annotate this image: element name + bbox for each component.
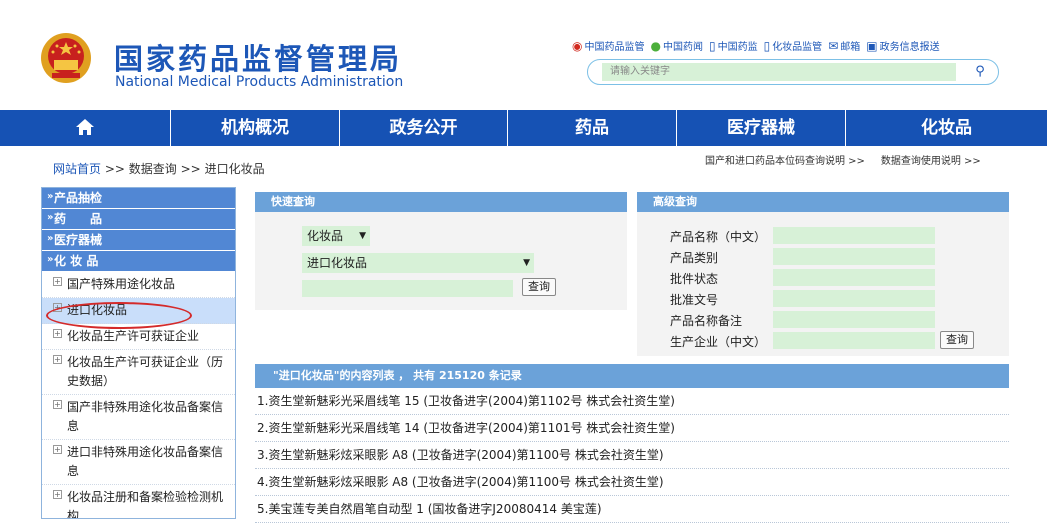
- nav-home[interactable]: [0, 110, 171, 146]
- top-links: ◉ 中国药品监管 ● 中国药闻 ▯ 中国药监 ▯ 化妆品监管 ✉ 邮箱 ▣ 政务信息报送: [572, 38, 940, 54]
- subcategory-select[interactable]: 进口化妆品 ▼: [302, 253, 534, 273]
- dropdown-arrow-icon: ▼: [359, 231, 366, 241]
- keyword-input[interactable]: [302, 280, 513, 297]
- search-input[interactable]: 请输入关键字: [602, 63, 956, 81]
- expand-icon: +: [53, 445, 62, 454]
- breadcrumb: 网站首页 >> 数据查询 >> 进口化妆品: [53, 162, 265, 176]
- site-header: 国家药品监督管理局 National Medical Products Admi…: [0, 0, 1047, 110]
- sidebar-category-cosmetics[interactable]: » 化 妆 品: [42, 251, 235, 272]
- phone-icon: ▯: [708, 38, 716, 53]
- highlight-circle: [46, 302, 192, 329]
- field-label-approval-number: 批准文号: [670, 293, 719, 307]
- product-note-input[interactable]: [773, 311, 935, 328]
- expand-icon: +: [53, 277, 62, 286]
- breadcrumb-data-query[interactable]: 数据查询: [129, 162, 177, 176]
- field-label-manufacturer: 生产企业（中文）: [670, 335, 767, 349]
- nav-item-drugs[interactable]: 药品: [508, 110, 677, 146]
- results-header: "进口化妆品"的内容列表 ， 共有 215120 条记录: [255, 364, 1009, 388]
- top-link-wechat[interactable]: ● 中国药闻: [650, 38, 702, 54]
- link-data-query-help[interactable]: 数据查询使用说明 >>: [881, 156, 981, 167]
- field-label-approval-status: 批件状态: [670, 272, 719, 286]
- top-link-report[interactable]: ▣ 政务信息报送: [866, 38, 939, 54]
- sidebar-item-domestic-special[interactable]: + 国产特殊用途化妆品: [42, 272, 235, 298]
- home-icon: [76, 119, 94, 135]
- quick-query-button[interactable]: 查询: [522, 278, 556, 296]
- sidebar-category-drugs[interactable]: » 药 品: [42, 209, 235, 230]
- advanced-query-title: 高级查询: [637, 192, 1009, 212]
- nav-item-institution[interactable]: 机构概况: [171, 110, 340, 146]
- phone-icon: ▯: [763, 38, 771, 53]
- quick-query-panel: 快速查询 化妆品 ▼ 进口化妆品 ▼ 查询: [255, 192, 627, 310]
- top-link-weibo[interactable]: ◉ 中国药品监管: [572, 38, 644, 54]
- dropdown-arrow-icon: ▼: [523, 258, 530, 268]
- approval-status-input[interactable]: [773, 269, 935, 286]
- quick-query-title: 快速查询: [255, 192, 627, 212]
- expand-icon: +: [53, 490, 62, 499]
- national-emblem-icon: [41, 33, 91, 83]
- expand-icon: +: [53, 329, 62, 338]
- expand-icon: +: [53, 355, 62, 364]
- nav-item-government[interactable]: 政务公开: [340, 110, 508, 146]
- breadcrumb-home[interactable]: 网站首页: [53, 162, 101, 176]
- link-code-query-help[interactable]: 国产和进口药品本位码查询说明 >>: [705, 156, 865, 167]
- approval-number-input[interactable]: [773, 290, 935, 307]
- expand-icon: +: [53, 400, 62, 409]
- advanced-query-button[interactable]: 查询: [940, 331, 974, 349]
- nav-item-devices[interactable]: 医疗器械: [677, 110, 846, 146]
- list-item[interactable]: 1.资生堂新魅彩光采眉线笔 15 (卫妆备进字(2004)第1102号 株式会社…: [255, 388, 1009, 415]
- list-item[interactable]: 2.资生堂新魅彩光采眉线笔 14 (卫妆备进字(2004)第1101号 株式会社…: [255, 415, 1009, 442]
- sidebar-item-imported-nonspecial[interactable]: + 进口非特殊用途化妆品备案信息: [42, 440, 235, 485]
- category-select[interactable]: 化妆品 ▼: [302, 226, 370, 246]
- search-icon[interactable]: ⚲: [968, 63, 992, 81]
- product-category-input[interactable]: [773, 248, 935, 265]
- manufacturer-input[interactable]: [773, 332, 935, 349]
- mail-icon: ✉: [828, 38, 839, 53]
- monitor-icon: ▣: [866, 38, 878, 53]
- sidebar-item-domestic-nonspecial[interactable]: + 国产非特殊用途化妆品备案信息: [42, 395, 235, 440]
- site-title-english: National Medical Products Administration: [115, 74, 404, 90]
- field-label-product-category: 产品类别: [670, 251, 719, 265]
- help-links: 国产和进口药品本位码查询说明 >> 数据查询使用说明 >>: [705, 152, 981, 167]
- sidebar-category-devices[interactable]: » 医疗器械: [42, 230, 235, 251]
- results-list: "进口化妆品"的内容列表 ， 共有 215120 条记录 1.资生堂新魅彩光采眉…: [255, 364, 1009, 523]
- product-name-input[interactable]: [773, 227, 935, 244]
- sidebar: » 产品抽检 » 药 品 » 医疗器械 » 化 妆 品 + 国产特殊用途化妆品 + 进口化妆…: [41, 187, 236, 519]
- top-link-mobile-2[interactable]: ▯ 化妆品监管: [763, 38, 823, 54]
- main-nav: 机构概况 政务公开 药品 医疗器械 化妆品: [0, 110, 1047, 146]
- advanced-query-panel: 高级查询 产品名称（中文） 产品类别 批件状态 批准文号 产品名称备注 生产企业…: [637, 192, 1009, 356]
- wechat-icon: ●: [650, 38, 661, 53]
- field-label-product-note: 产品名称备注: [670, 314, 743, 328]
- field-label-product-name: 产品名称（中文）: [670, 230, 767, 244]
- list-item[interactable]: 4.资生堂新魅彩炫采眼影 A8 (卫妆备进字(2004)第1100号 株式会社资…: [255, 469, 1009, 496]
- breadcrumb-current: 进口化妆品: [204, 162, 265, 176]
- top-link-mobile-1[interactable]: ▯ 中国药监: [708, 38, 758, 54]
- weibo-icon: ◉: [572, 38, 583, 53]
- site-title: 国家药品监督管理局: [114, 42, 403, 76]
- sidebar-item-testing-institutions[interactable]: + 化妆品注册和备案检验检测机构: [42, 485, 235, 518]
- top-link-mail[interactable]: ✉ 邮箱: [828, 38, 860, 54]
- site-search: 请输入关键字 ⚲: [587, 59, 999, 85]
- sidebar-item-license-companies-history[interactable]: + 化妆品生产许可获证企业（历史数据）: [42, 350, 235, 395]
- sidebar-category-sampling[interactable]: » 产品抽检: [42, 188, 235, 209]
- list-item[interactable]: 3.资生堂新魅彩炫采眼影 A8 (卫妆备进字(2004)第1100号 株式会社资…: [255, 442, 1009, 469]
- nav-item-cosmetics[interactable]: 化妆品: [846, 110, 1047, 146]
